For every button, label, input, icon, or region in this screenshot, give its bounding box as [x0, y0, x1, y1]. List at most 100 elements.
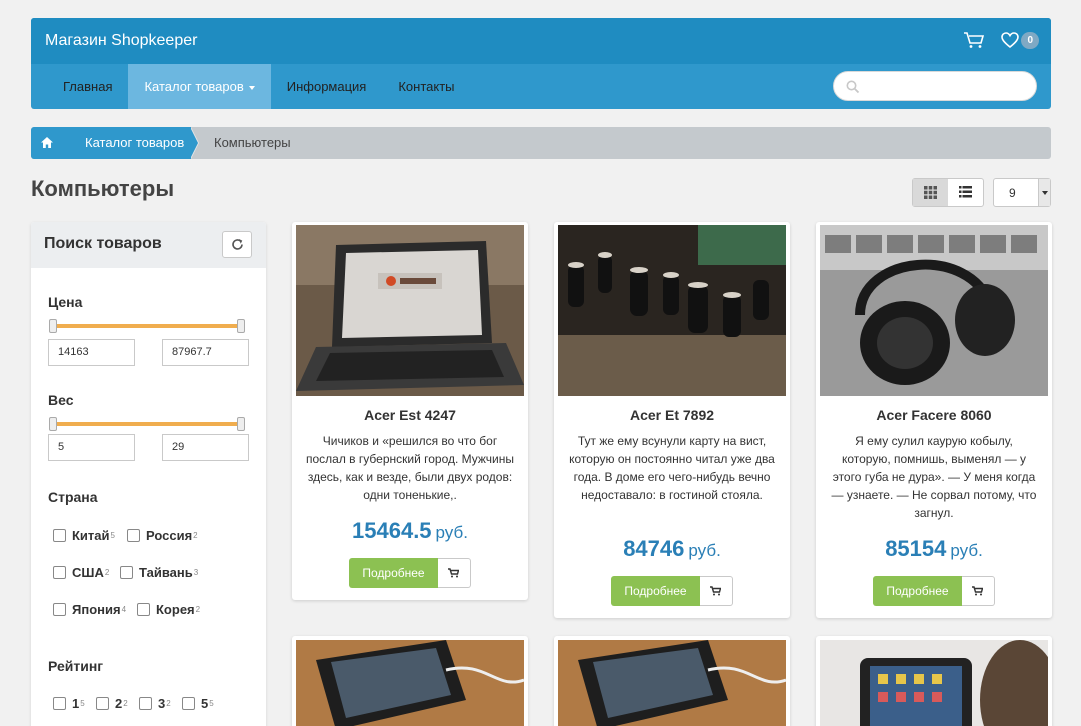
grid-icon [924, 186, 937, 199]
list-view-button[interactable] [948, 179, 983, 206]
nav-item-home[interactable]: Главная [31, 64, 128, 109]
checkbox[interactable] [127, 529, 140, 542]
product-card [292, 636, 528, 726]
checkbox[interactable] [53, 697, 66, 710]
add-to-cart-button[interactable] [700, 576, 733, 606]
per-page-select[interactable]: 9 [993, 178, 1051, 207]
weight-slider-track[interactable] [53, 422, 241, 426]
price-min-input[interactable]: 14163 [48, 339, 135, 366]
nav-item-catalog-label: Каталог товаров [144, 79, 244, 94]
rating-option-1[interactable]: 15 [53, 696, 85, 711]
product-image-laptop[interactable] [296, 225, 524, 396]
checkbox[interactable] [96, 697, 109, 710]
checkbox[interactable] [137, 603, 150, 616]
weight-min-input[interactable]: 5 [48, 434, 135, 461]
checkbox[interactable] [182, 697, 195, 710]
price-slider-min-handle[interactable] [49, 319, 57, 333]
product-name[interactable]: Acer Est 4247 [292, 407, 528, 423]
breadcrumb-home[interactable] [31, 127, 63, 159]
page-title: Компьютеры [31, 176, 175, 201]
rating-option-label: 1 [72, 696, 80, 711]
circuit-photo [558, 225, 786, 396]
country-option-label: США [72, 565, 104, 580]
country-option-count: 4 [121, 605, 127, 614]
product-price: 84746 руб. [554, 536, 790, 562]
search-input[interactable] [866, 77, 1026, 95]
product-price: 85154 руб. [816, 536, 1052, 562]
nav-item-catalog[interactable]: Каталог товаров [128, 64, 271, 109]
breadcrumb: Каталог товаров Компьютеры [31, 127, 1051, 159]
product-image-phone[interactable] [296, 640, 524, 726]
add-to-cart-button[interactable] [962, 576, 995, 606]
favorites-count-badge: 0 [1021, 31, 1039, 49]
details-button[interactable]: Подробнее [611, 576, 700, 606]
rating-option-3[interactable]: 32 [139, 696, 171, 711]
weight-slider-min-handle[interactable] [49, 417, 57, 431]
rating-option-5[interactable]: 55 [182, 696, 214, 711]
country-option-label: Тайвань [139, 565, 193, 580]
price-slider-track[interactable] [53, 324, 241, 328]
rating-filter-label: Рейтинг [48, 658, 104, 674]
price-value: 84746 [623, 536, 685, 561]
country-option-label: Корея [156, 602, 195, 617]
price-slider-max-handle[interactable] [237, 319, 245, 333]
breadcrumb-catalog[interactable]: Каталог товаров [63, 127, 191, 159]
details-button[interactable]: Подробнее [873, 576, 962, 606]
checkbox[interactable] [139, 697, 152, 710]
weight-filter-label: Вес [48, 392, 74, 408]
search-box[interactable] [833, 71, 1037, 101]
nav-item-info[interactable]: Информация [271, 64, 383, 109]
product-actions: Подробнее [349, 558, 471, 588]
country-option-japan[interactable]: Япония 4 [53, 602, 126, 617]
product-price: 15464.5 руб. [292, 518, 528, 544]
country-option-korea[interactable]: Корея 2 [137, 602, 200, 617]
filter-panel: Поиск товаров Цена 14163 87967.7 Вес 5 2… [31, 222, 266, 726]
price-currency: руб. [688, 541, 721, 560]
product-image-headphones[interactable] [820, 225, 1048, 396]
rating-option-count: 2 [166, 699, 171, 708]
refresh-icon [232, 239, 243, 250]
home-icon [41, 137, 53, 148]
country-option-label: Япония [72, 602, 121, 617]
country-option-china[interactable]: Китай 5 [53, 528, 115, 543]
weight-slider-max-handle[interactable] [237, 417, 245, 431]
site-brand[interactable]: Магазин Shopkeeper [45, 32, 197, 50]
country-option-label: Россия [146, 528, 193, 543]
price-currency: руб. [950, 541, 983, 560]
rating-option-count: 5 [209, 699, 214, 708]
product-card: Acer Et 7892 Тут же ему всунули карту на… [554, 222, 790, 618]
product-description: Тут же ему всунули карту на вист, котору… [569, 434, 775, 502]
reset-filter-button[interactable] [222, 231, 252, 258]
product-card [554, 636, 790, 726]
checkbox[interactable] [120, 566, 133, 579]
weight-max-input[interactable]: 29 [162, 434, 249, 461]
product-card [816, 636, 1052, 726]
cart-icon[interactable] [963, 31, 985, 49]
country-option-label: Китай [72, 528, 110, 543]
view-toggle [912, 178, 984, 207]
cart-icon [972, 586, 983, 596]
nav-item-contacts[interactable]: Контакты [382, 64, 470, 109]
country-option-taiwan[interactable]: Тайвань 3 [120, 565, 198, 580]
country-option-russia[interactable]: Россия 2 [127, 528, 198, 543]
product-image-tablet[interactable] [820, 640, 1048, 726]
filter-header: Поиск товаров [31, 222, 266, 268]
checkbox[interactable] [53, 566, 66, 579]
checkbox[interactable] [53, 603, 66, 616]
grid-view-button[interactable] [913, 179, 948, 206]
product-name[interactable]: Acer Facere 8060 [816, 407, 1052, 423]
list-icon [959, 186, 972, 198]
favorites-button[interactable]: 0 [1001, 31, 1039, 49]
details-button[interactable]: Подробнее [349, 558, 438, 588]
country-option-usa[interactable]: США 2 [53, 565, 109, 580]
rating-option-2[interactable]: 22 [96, 696, 128, 711]
checkbox[interactable] [53, 529, 66, 542]
add-to-cart-button[interactable] [438, 558, 471, 588]
laptop-photo [296, 225, 524, 396]
product-name[interactable]: Acer Et 7892 [554, 407, 790, 423]
product-image-circuit[interactable] [558, 225, 786, 396]
price-max-input[interactable]: 87967.7 [162, 339, 249, 366]
product-card: Acer Facere 8060 Я ему сулил каурую кобы… [816, 222, 1052, 618]
country-filter-label: Страна [48, 489, 98, 505]
product-image-phone[interactable] [558, 640, 786, 726]
